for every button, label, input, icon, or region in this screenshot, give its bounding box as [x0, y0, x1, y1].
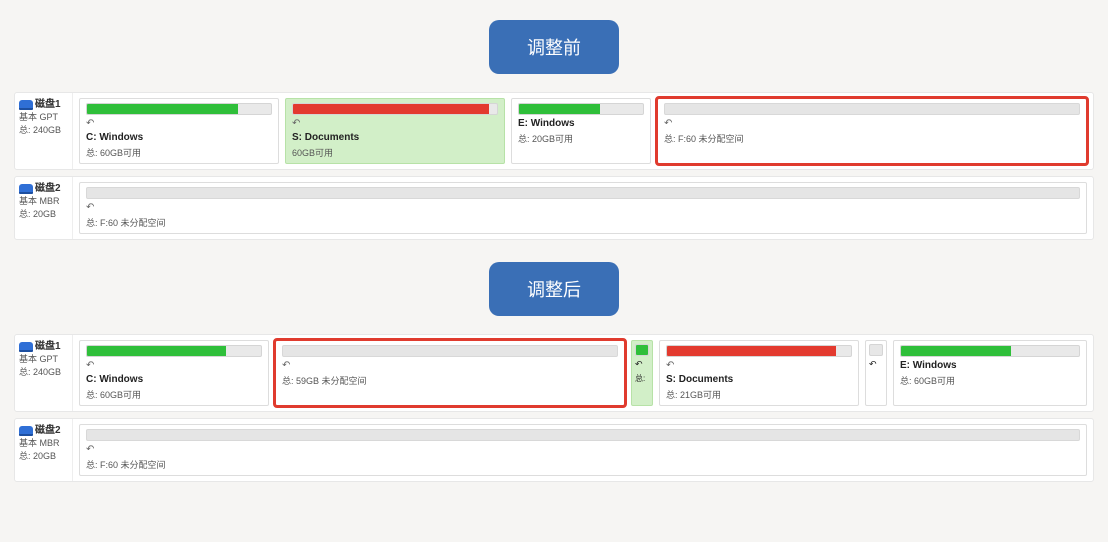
- disk-label: 磁盘1 基本 GPT 总: 240GB: [15, 335, 73, 411]
- disk-icon: [19, 184, 33, 194]
- usage-bar: [86, 103, 272, 115]
- before-title: 调整前: [489, 20, 619, 74]
- undo-icon: [666, 360, 674, 371]
- disk-icon: [19, 426, 33, 436]
- partition-unallocated[interactable]: 总: F:60 未分配空间: [657, 98, 1087, 164]
- disk-label: 磁盘2 基本 MBR 总: 20GB: [15, 419, 73, 481]
- disk-type: 基本 GPT: [19, 354, 68, 366]
- before-disk2-panel: 磁盘2 基本 MBR 总: 20GB 总: F:60 未分配空间: [14, 176, 1094, 240]
- usage-fill: [901, 346, 1011, 356]
- partition-unallocated[interactable]: 总: 59GB 未分配空间: [275, 340, 625, 406]
- partition-label: E: Windows: [900, 360, 1080, 371]
- usage-bar: [900, 345, 1080, 357]
- partition-c[interactable]: C: Windows 总: 60GB可用: [79, 340, 269, 406]
- usage-bar: [518, 103, 644, 115]
- tiny-meta: 总:: [635, 373, 649, 384]
- partition-capacity: 60GB可用: [292, 146, 498, 159]
- partition-tiny[interactable]: ↶ 总:: [631, 340, 653, 406]
- undo-icon: [282, 360, 290, 371]
- disk-type: 基本 MBR: [19, 196, 68, 208]
- undo-icon: [86, 202, 94, 213]
- undo-icon: [86, 118, 94, 129]
- usage-fill: [87, 346, 226, 356]
- after-disk1-panel: 磁盘1 基本 GPT 总: 240GB C: Windows 总: 60GB可用…: [14, 334, 1094, 412]
- after-title: 调整后: [489, 262, 619, 316]
- partition-label: E: Windows: [518, 118, 644, 129]
- disk-total: 总: 240GB: [19, 125, 68, 137]
- usage-fill: [519, 104, 600, 114]
- undo-icon: ↶: [635, 359, 649, 370]
- undo-icon: [86, 444, 94, 455]
- partition-unallocated[interactable]: 总: F:60 未分配空间: [79, 182, 1087, 234]
- usage-fill: [636, 345, 648, 355]
- disk-type: 基本 GPT: [19, 112, 68, 124]
- partition-capacity: 总: 60GB可用: [86, 388, 262, 401]
- partition-capacity: 总: F:60 未分配空间: [86, 216, 1080, 229]
- disk-icon: [19, 100, 33, 110]
- undo-icon: [664, 118, 672, 129]
- partition-capacity: 总: 20GB可用: [518, 132, 644, 145]
- partition-e[interactable]: E: Windows 总: 60GB可用: [893, 340, 1087, 406]
- disk-name: 磁盘2: [35, 424, 61, 437]
- usage-fill: [667, 346, 836, 356]
- disk-total: 总: 240GB: [19, 367, 68, 379]
- disk-name: 磁盘1: [35, 340, 61, 353]
- partition-capacity: 总: 59GB 未分配空间: [282, 374, 618, 387]
- usage-bar: [282, 345, 618, 357]
- disk-total: 总: 20GB: [19, 451, 68, 463]
- usage-bar: [86, 429, 1080, 441]
- undo-icon: ↶: [869, 359, 883, 370]
- disk-icon: [19, 342, 33, 352]
- partition-capacity: 总: F:60 未分配空间: [86, 458, 1080, 471]
- after-disk2-panel: 磁盘2 基本 MBR 总: 20GB 总: F:60 未分配空间: [14, 418, 1094, 482]
- usage-bar: [292, 103, 498, 115]
- partition-s[interactable]: S: Documents 60GB可用: [285, 98, 505, 164]
- partition-e[interactable]: E: Windows 总: 20GB可用: [511, 98, 651, 164]
- usage-bar: [664, 103, 1080, 115]
- disk-name: 磁盘2: [35, 182, 61, 195]
- usage-bar: [666, 345, 852, 357]
- partition-capacity: 总: F:60 未分配空间: [664, 132, 1080, 145]
- partition-label: S: Documents: [292, 132, 498, 143]
- partition-label: C: Windows: [86, 132, 272, 143]
- usage-fill: [293, 104, 489, 114]
- partition-tiny-plain[interactable]: ↶: [865, 340, 887, 406]
- partition-s[interactable]: S: Documents 总: 21GB可用: [659, 340, 859, 406]
- before-disk1-panel: 磁盘1 基本 GPT 总: 240GB C: Windows 总: 60GB可用…: [14, 92, 1094, 170]
- partition-label: C: Windows: [86, 374, 262, 385]
- partition-label: S: Documents: [666, 374, 852, 385]
- usage-bar: [635, 344, 649, 356]
- usage-fill: [87, 104, 238, 114]
- usage-bar: [869, 344, 883, 356]
- usage-bar: [86, 345, 262, 357]
- usage-bar: [86, 187, 1080, 199]
- disk-label: 磁盘2 基本 MBR 总: 20GB: [15, 177, 73, 239]
- undo-icon: [86, 360, 94, 371]
- undo-icon: [292, 118, 300, 129]
- disk-total: 总: 20GB: [19, 209, 68, 221]
- disk-name: 磁盘1: [35, 98, 61, 111]
- disk-type: 基本 MBR: [19, 438, 68, 450]
- disk-label: 磁盘1 基本 GPT 总: 240GB: [15, 93, 73, 169]
- partition-capacity: 总: 21GB可用: [666, 388, 852, 401]
- partition-capacity: 总: 60GB可用: [900, 374, 1080, 387]
- partition-capacity: 总: 60GB可用: [86, 146, 272, 159]
- partition-c[interactable]: C: Windows 总: 60GB可用: [79, 98, 279, 164]
- partition-unallocated[interactable]: 总: F:60 未分配空间: [79, 424, 1087, 476]
